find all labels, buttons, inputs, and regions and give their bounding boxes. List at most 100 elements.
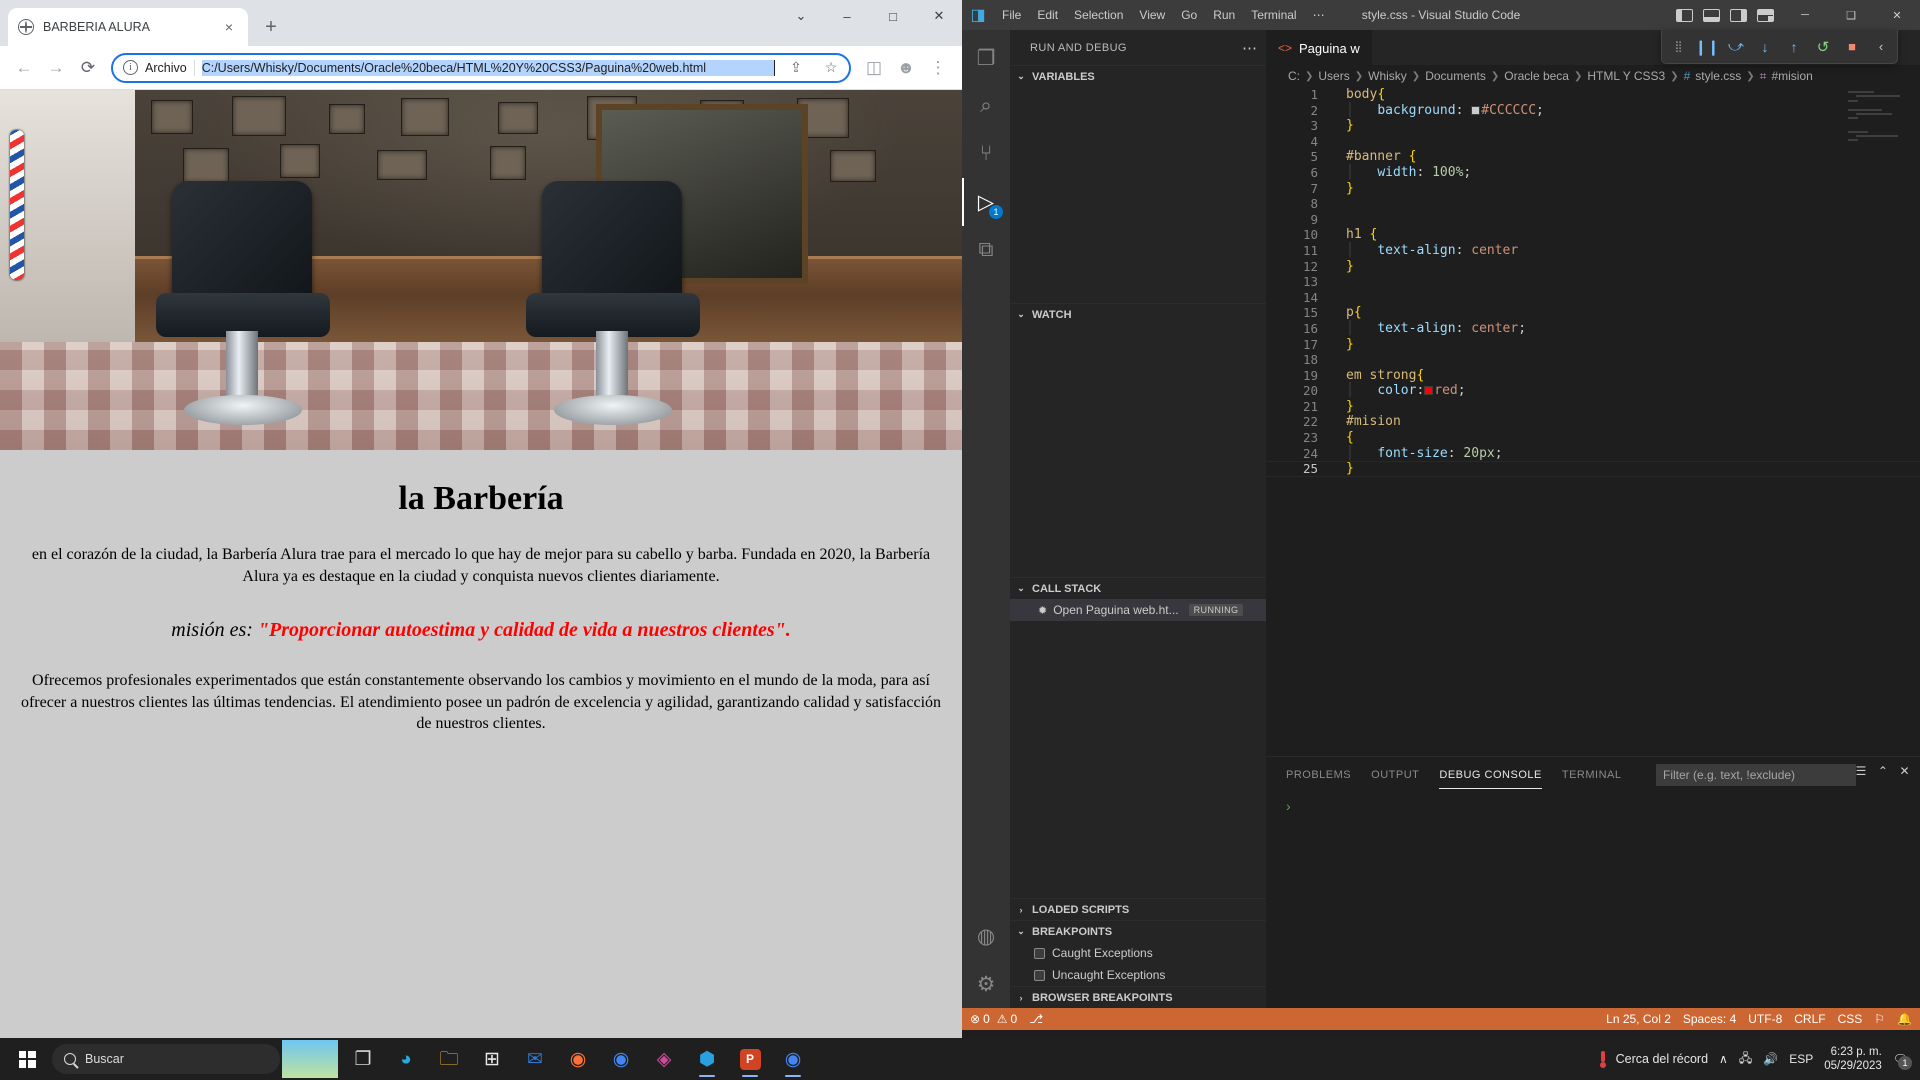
profile-avatar-icon[interactable]: ☻	[891, 53, 921, 83]
microsoft-store-icon[interactable]: ⊞	[473, 1040, 511, 1078]
file-explorer-icon[interactable]: 🗀	[430, 1040, 468, 1078]
edge-icon[interactable]: ◕	[387, 1040, 425, 1078]
weather-widget-tile[interactable]	[282, 1040, 338, 1078]
code-text[interactable]: │ text-align: center;	[1334, 321, 1526, 337]
menu-edit[interactable]: Edit	[1029, 5, 1066, 25]
accounts-icon[interactable]: ◍	[962, 912, 1010, 960]
code-text[interactable]: em strong{	[1334, 368, 1424, 384]
new-tab-button[interactable]: +	[256, 12, 286, 42]
language-indicator[interactable]: ESP	[1789, 1052, 1813, 1066]
language-mode[interactable]: CSS	[1838, 1012, 1863, 1026]
photos-icon[interactable]: ◈	[645, 1040, 683, 1078]
explorer-icon[interactable]: ❐	[962, 34, 1010, 82]
code-text[interactable]: }	[1334, 337, 1354, 353]
pause-button[interactable]: ❙❙	[1694, 36, 1719, 58]
debug-status-icon[interactable]: ⎇	[1029, 1012, 1043, 1026]
notifications-bell-icon[interactable]: 🔔	[1897, 1012, 1912, 1026]
code-text[interactable]: │ font-size: 20px;	[1334, 446, 1503, 462]
breadcrumb-item-mision[interactable]: #mision	[1771, 69, 1812, 83]
tab-problems[interactable]: PROBLEMS	[1286, 761, 1351, 788]
reload-button[interactable]: ⟳	[73, 53, 103, 83]
cursor-position[interactable]: Ln 25, Col 2	[1606, 1012, 1671, 1026]
search-icon[interactable]: ⌕	[962, 82, 1010, 130]
google-chrome-taskbar-icon[interactable]: ◉	[774, 1040, 812, 1078]
extensions-icon[interactable]: ⧉	[962, 226, 1010, 274]
pane-watch[interactable]: ⌄ WATCH	[1010, 303, 1266, 325]
source-control-icon[interactable]: ⑂	[962, 130, 1010, 178]
code-text[interactable]: body{	[1334, 87, 1385, 103]
url-text[interactable]: C:/Users/Whisky/Documents/Oracle%20beca/…	[201, 59, 775, 76]
filter-input[interactable]: Filter (e.g. text, !exclude)	[1656, 764, 1856, 786]
breadcrumb-item-drive[interactable]: C:	[1288, 69, 1300, 83]
code-text[interactable]: │ text-align: center	[1334, 243, 1518, 259]
code-text[interactable]: }	[1334, 181, 1354, 197]
browser-tab[interactable]: BARBERIA ALURA ×	[8, 8, 248, 46]
chrome-icon[interactable]: ◉	[602, 1040, 640, 1078]
step-over-button[interactable]: ⤻	[1726, 36, 1746, 58]
indentation[interactable]: Spaces: 4	[1683, 1012, 1736, 1026]
restart-button[interactable]: ↺	[1813, 36, 1833, 58]
task-view-button[interactable]: ❐	[344, 1040, 382, 1078]
toggle-secondary-sidebar-icon[interactable]	[1730, 8, 1747, 22]
collapse-toolbar-button[interactable]: ‹	[1871, 36, 1891, 58]
code-text[interactable]: h1 {	[1334, 227, 1377, 243]
minimize-button[interactable]: –	[824, 0, 870, 32]
breakpoint-caught-exceptions[interactable]: Caught Exceptions	[1010, 942, 1266, 964]
close-tab-button[interactable]: ×	[220, 18, 238, 36]
powerpoint-icon[interactable]: P	[731, 1040, 769, 1078]
mail-icon[interactable]: ✉	[516, 1040, 554, 1078]
sidebar-more-actions-icon[interactable]: ⋯	[1242, 39, 1258, 57]
share-icon[interactable]: ⇪	[782, 55, 810, 81]
code-text[interactable]: │ background: #CCCCCC;	[1334, 103, 1544, 119]
editor-tab-paguina-web[interactable]: <> Paguina w	[1266, 30, 1372, 65]
debug-console-output[interactable]: ›	[1266, 792, 1920, 1008]
code-text[interactable]: #mision	[1334, 414, 1401, 430]
customize-layout-icon[interactable]	[1757, 8, 1774, 22]
notifications-icon[interactable]: 🗨 1	[1893, 1052, 1912, 1070]
status-errors-warnings[interactable]: ⊗ 0 ⚠ 0	[970, 1012, 1017, 1026]
step-out-button[interactable]: ↑	[1784, 36, 1804, 58]
code-text[interactable]: }	[1334, 259, 1354, 275]
breadcrumb-item-documents[interactable]: Documents	[1425, 69, 1486, 83]
checkbox[interactable]	[1034, 969, 1045, 981]
bookmark-star-icon[interactable]: ☆	[817, 55, 845, 81]
start-button[interactable]	[4, 1038, 50, 1080]
pane-call-stack[interactable]: ⌄ CALL STACK	[1010, 577, 1266, 599]
firefox-icon[interactable]: ◉	[559, 1040, 597, 1078]
checkbox[interactable]	[1034, 947, 1045, 959]
taskbar-search[interactable]: Buscar	[52, 1044, 280, 1074]
breadcrumb-item-oracle-beca[interactable]: Oracle beca	[1504, 69, 1569, 83]
run-and-debug-icon[interactable]: ▷ 1	[962, 178, 1010, 226]
chrome-menu-icon[interactable]: ⋮	[923, 53, 953, 83]
pane-variables[interactable]: ⌄ VARIABLES	[1010, 65, 1266, 87]
pane-breakpoints[interactable]: ⌄ BREAKPOINTS	[1010, 920, 1266, 942]
close-button[interactable]: ✕	[1874, 0, 1920, 30]
close-panel-icon[interactable]: ✕	[1899, 764, 1910, 778]
maximize-button[interactable]: ❑	[1828, 0, 1874, 30]
minimap[interactable]	[1848, 91, 1906, 211]
weather-status[interactable]: Cerca del récord	[1599, 1050, 1708, 1068]
breakpoint-uncaught-exceptions[interactable]: Uncaught Exceptions	[1010, 964, 1266, 986]
close-window-button[interactable]: ✕	[916, 0, 962, 32]
code-text[interactable]: }	[1334, 399, 1354, 415]
menu-run[interactable]: Run	[1205, 5, 1243, 25]
code-text[interactable]: p{	[1334, 305, 1362, 321]
tray-overflow-icon[interactable]: ∧	[1719, 1052, 1728, 1066]
call-stack-session-row[interactable]: ✹ Open Paguina web.ht... RUNNING	[1010, 599, 1266, 621]
code-text[interactable]: }	[1334, 118, 1354, 134]
pane-browser-breakpoints[interactable]: › BROWSER BREAKPOINTS	[1010, 986, 1266, 1008]
manage-settings-icon[interactable]: ⚙	[962, 960, 1010, 1008]
breadcrumb-item-html-y-css3[interactable]: HTML Y CSS3	[1587, 69, 1665, 83]
maximize-button[interactable]: □	[870, 0, 916, 32]
code-text[interactable]: │ width: 100%;	[1334, 165, 1471, 181]
breadcrumb-item-style-css[interactable]: style.css	[1695, 69, 1741, 83]
code-text[interactable]: {	[1334, 430, 1354, 446]
menu-view[interactable]: View	[1131, 5, 1173, 25]
network-icon[interactable]: 🖧	[1739, 1049, 1752, 1070]
breadcrumb-item-users[interactable]: Users	[1318, 69, 1349, 83]
encoding[interactable]: UTF-8	[1748, 1012, 1782, 1026]
end-of-line[interactable]: CRLF	[1794, 1012, 1825, 1026]
side-panel-icon[interactable]: ◫	[859, 53, 889, 83]
menu-go[interactable]: Go	[1173, 5, 1205, 25]
volume-icon[interactable]: 🔊	[1763, 1052, 1778, 1066]
